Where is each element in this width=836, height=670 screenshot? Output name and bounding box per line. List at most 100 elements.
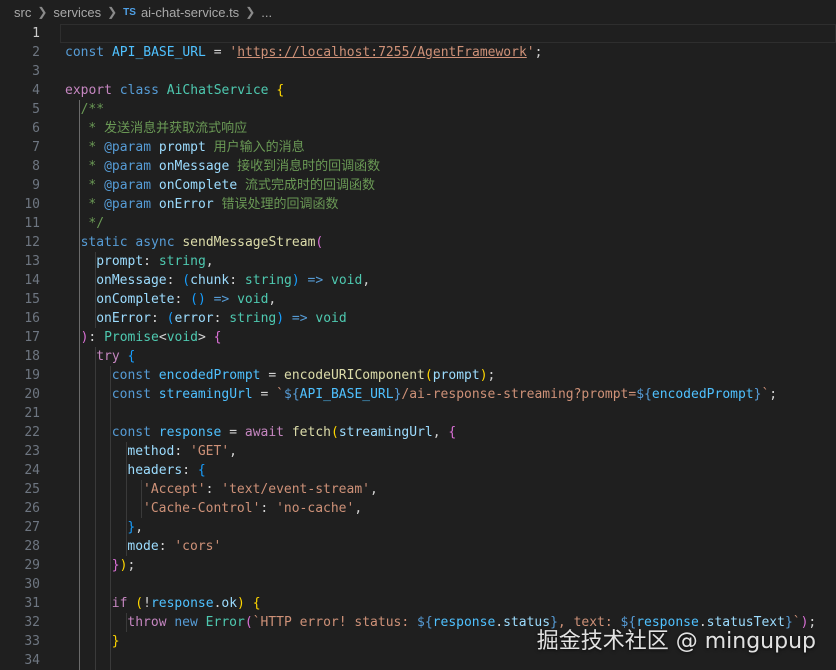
code-line[interactable]: 26 'Cache-Control': 'no-cache', bbox=[0, 499, 836, 518]
code-line[interactable]: 19 const encodedPrompt = encodeURICompone… bbox=[0, 366, 836, 385]
code-area[interactable]: export class AiChatService { bbox=[60, 81, 836, 100]
code-text: * @param onError 错误处理的回调函数 bbox=[81, 195, 338, 214]
code-line[interactable]: 6 * 发送消息并获取流式响应 bbox=[0, 119, 836, 138]
code-line[interactable]: 25 'Accept': 'text/event-stream', bbox=[0, 480, 836, 499]
indent-guide bbox=[110, 480, 112, 499]
code-area[interactable]: /** bbox=[60, 100, 836, 119]
code-line[interactable]: 13 prompt: string, bbox=[0, 252, 836, 271]
code-line[interactable]: 18 try { bbox=[0, 347, 836, 366]
code-editor[interactable]: 1 2 const API_BASE_URL = 'https://localhos… bbox=[0, 24, 836, 670]
code-token: ) bbox=[237, 596, 245, 611]
indent-guide bbox=[94, 385, 96, 404]
code-line[interactable]: 10 * @param onError 错误处理的回调函数 bbox=[0, 195, 836, 214]
code-area[interactable]: prompt: string, bbox=[60, 252, 836, 271]
code-token: => bbox=[284, 311, 316, 326]
indent-guide bbox=[94, 404, 96, 423]
code-token: @param bbox=[104, 140, 159, 155]
code-area[interactable]: * @param prompt 用户输入的消息 bbox=[60, 138, 836, 157]
code-area[interactable]: onComplete: () => void, bbox=[60, 290, 836, 309]
code-token: const bbox=[65, 45, 112, 60]
code-line[interactable]: 1 bbox=[0, 24, 836, 43]
indent-guide bbox=[94, 556, 96, 575]
code-text: export class AiChatService { bbox=[65, 81, 284, 100]
indent-guide bbox=[79, 594, 80, 613]
breadcrumb-item-src[interactable]: src bbox=[14, 5, 31, 20]
indent-guide bbox=[94, 632, 96, 651]
code-line[interactable]: 22 const response = await fetch(streaming… bbox=[0, 423, 836, 442]
code-text: const API_BASE_URL = 'https://localhost:… bbox=[65, 43, 542, 62]
code-area[interactable]: }); bbox=[60, 556, 836, 575]
breadcrumb-item-services[interactable]: services bbox=[53, 5, 101, 20]
code-area[interactable]: const encodedPrompt = encodeURIComponent… bbox=[60, 366, 836, 385]
code-line[interactable]: 8 * @param onMessage 接收到消息时的回调函数 bbox=[0, 157, 836, 176]
code-token: : bbox=[205, 482, 222, 497]
code-line[interactable]: 2 const API_BASE_URL = 'https://localhost… bbox=[0, 43, 836, 62]
code-area[interactable]: static async sendMessageStream( bbox=[60, 233, 836, 252]
code-area[interactable] bbox=[60, 575, 836, 594]
code-token: { bbox=[127, 349, 136, 364]
code-line[interactable]: 31 if (!response.ok) { bbox=[0, 594, 836, 613]
code-line[interactable]: 9 * @param onComplete 流式完成时的回调函数 bbox=[0, 176, 836, 195]
code-area[interactable] bbox=[60, 24, 836, 43]
code-line[interactable]: 7 * @param prompt 用户输入的消息 bbox=[0, 138, 836, 157]
breadcrumb-ellipsis[interactable]: ... bbox=[261, 5, 272, 20]
code-area[interactable]: */ bbox=[60, 214, 836, 233]
indent-guide bbox=[79, 252, 80, 271]
code-token: = bbox=[221, 425, 245, 440]
code-line[interactable]: 5 /** bbox=[0, 100, 836, 119]
code-line[interactable]: 17): Promise<void> { bbox=[0, 328, 836, 347]
code-line[interactable]: 11 */ bbox=[0, 214, 836, 233]
code-area[interactable]: const streamingUrl = `${API_BASE_URL}/ai… bbox=[60, 385, 836, 404]
code-token: @param bbox=[104, 159, 159, 174]
code-token: onError bbox=[158, 197, 222, 212]
code-line[interactable]: 29}); bbox=[0, 556, 836, 575]
code-area[interactable]: onMessage: (chunk: string) => void, bbox=[60, 271, 836, 290]
code-token: 用户输入的消息 bbox=[213, 140, 305, 155]
code-area[interactable]: if (!response.ok) { bbox=[60, 594, 836, 613]
code-area[interactable]: ): Promise<void> { bbox=[60, 328, 836, 347]
code-area[interactable]: * @param onComplete 流式完成时的回调函数 bbox=[60, 176, 836, 195]
code-area[interactable]: * 发送消息并获取流式响应 bbox=[60, 119, 836, 138]
code-token: response bbox=[158, 425, 222, 440]
code-line[interactable]: 24 headers: { bbox=[0, 461, 836, 480]
code-area[interactable]: headers: { bbox=[60, 461, 836, 480]
indent-guide bbox=[94, 613, 96, 632]
code-line[interactable]: 15 onComplete: () => void, bbox=[0, 290, 836, 309]
code-text: const encodedPrompt = encodeURIComponent… bbox=[112, 366, 496, 385]
breadcrumb-item-file[interactable]: ai-chat-service.ts bbox=[141, 5, 239, 20]
indent-guide bbox=[79, 575, 80, 594]
code-area[interactable]: const response = await fetch(streamingUr… bbox=[60, 423, 836, 442]
code-line[interactable]: 12 static async sendMessageStream( bbox=[0, 233, 836, 252]
code-token: async bbox=[135, 235, 183, 250]
line-number: 11 bbox=[24, 216, 40, 231]
code-line[interactable]: 16 onError: (error: string) => void bbox=[0, 309, 836, 328]
code-line[interactable]: 14 onMessage: (chunk: string) => void, bbox=[0, 271, 836, 290]
code-area[interactable]: 'Accept': 'text/event-stream', bbox=[60, 480, 836, 499]
code-token: () bbox=[190, 292, 206, 307]
code-area[interactable]: }, bbox=[60, 518, 836, 537]
code-line[interactable]: 3 bbox=[0, 62, 836, 81]
code-area[interactable]: * @param onError 错误处理的回调函数 bbox=[60, 195, 836, 214]
code-area[interactable]: onError: (error: string) => void bbox=[60, 309, 836, 328]
code-token: { bbox=[197, 463, 206, 478]
code-area[interactable]: method: 'GET', bbox=[60, 442, 836, 461]
code-line[interactable]: 30 bbox=[0, 575, 836, 594]
line-number: 21 bbox=[24, 406, 40, 421]
line-number: 9 bbox=[32, 178, 40, 193]
code-line[interactable]: 21 bbox=[0, 404, 836, 423]
code-line[interactable]: 27}, bbox=[0, 518, 836, 537]
code-line[interactable]: 4 export class AiChatService { bbox=[0, 81, 836, 100]
code-token: API_BASE_URL bbox=[111, 45, 206, 60]
code-area[interactable]: 'Cache-Control': 'no-cache', bbox=[60, 499, 836, 518]
code-area[interactable] bbox=[60, 404, 836, 423]
code-area[interactable]: const API_BASE_URL = 'https://localhost:… bbox=[60, 43, 836, 62]
code-area[interactable]: mode: 'cors' bbox=[60, 537, 836, 556]
code-token: ' bbox=[526, 45, 535, 60]
code-area[interactable]: try { bbox=[60, 347, 836, 366]
code-token: prompt bbox=[158, 140, 214, 155]
code-line[interactable]: 23 method: 'GET', bbox=[0, 442, 836, 461]
code-line[interactable]: 20 const streamingUrl = `${API_BASE_URL}/… bbox=[0, 385, 836, 404]
code-area[interactable] bbox=[60, 62, 836, 81]
code-line[interactable]: 28 mode: 'cors' bbox=[0, 537, 836, 556]
code-area[interactable]: * @param onMessage 接收到消息时的回调函数 bbox=[60, 157, 836, 176]
